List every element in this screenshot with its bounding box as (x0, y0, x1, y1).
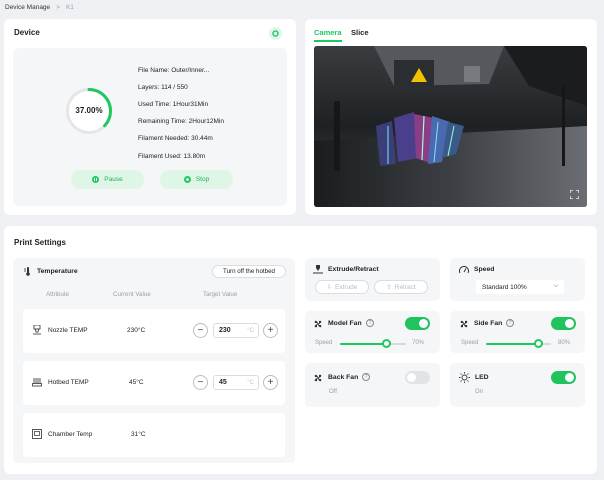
chamber-temp-label: Chamber Temp (48, 431, 93, 438)
nozzle-icon (32, 324, 42, 337)
side-fan-slider[interactable] (486, 339, 551, 348)
model-fan-speed-label: Speed (315, 340, 333, 346)
hotbed-current-value: 45°C (129, 379, 144, 386)
hotbed-decrease-button[interactable]: − (193, 375, 208, 390)
nozzle-target-input[interactable]: 230 °C (213, 323, 259, 338)
hotbed-increase-button[interactable]: + (263, 375, 278, 390)
side-fan-title: Side Fan (474, 320, 503, 327)
temperature-title: Temperature (37, 268, 78, 275)
breadcrumb-root[interactable]: Device Manage (5, 4, 50, 11)
extrude-title: Extrude/Retract (328, 266, 379, 273)
pause-label: Pause (104, 176, 123, 183)
col-target: Target Value (203, 291, 238, 298)
model-fan-slider[interactable] (340, 339, 406, 348)
col-current: Current Value (113, 291, 151, 298)
device-status-panel: 37.00% File Name: Outer/Inner... Layers:… (13, 48, 287, 206)
hotbed-temp-label: Hotbed TEMP (48, 379, 89, 386)
print-settings-title: Print Settings (14, 238, 67, 247)
model-fan-info-icon[interactable]: ? (366, 319, 374, 327)
breadcrumb: Device Manage > K1 (5, 4, 74, 11)
model-fan-value: 70% (412, 340, 425, 346)
extrude-icon (313, 265, 323, 276)
pause-icon (92, 176, 100, 183)
device-title: Device (14, 28, 40, 37)
nozzle-current-value: 230°C (127, 327, 146, 334)
model-fan-icon (313, 319, 323, 331)
led-panel: LED On (450, 363, 585, 407)
breadcrumb-separator: > (56, 4, 60, 11)
fullscreen-icon[interactable] (569, 189, 580, 200)
back-fan-panel: Back Fan ? Off (305, 363, 440, 407)
led-status: On (475, 389, 484, 395)
tab-camera[interactable]: Camera (314, 28, 342, 42)
side-fan-value: 80% (558, 340, 571, 346)
model-fan-toggle[interactable] (405, 317, 430, 330)
info-file-name: File Name: Outer/Inner... (138, 67, 210, 74)
extrude-btn-icon: ⇩ (326, 284, 333, 291)
temp-row-nozzle: Nozzle TEMP 230°C − 230 °C + (23, 309, 285, 353)
stop-icon (183, 176, 191, 183)
info-filament-needed: Filament Needed: 30.44m (138, 135, 213, 142)
model-fan-title: Model Fan (328, 320, 362, 327)
tab-slice[interactable]: Slice (351, 28, 369, 37)
progress-percent: 37.00% (75, 106, 103, 115)
back-fan-icon (313, 373, 323, 385)
led-toggle[interactable] (551, 371, 576, 384)
back-fan-status: Off (329, 389, 337, 395)
device-settings-icon[interactable] (269, 27, 282, 40)
model-fan-slider-handle[interactable] (381, 339, 391, 348)
device-card: Device 37.00% File Name: Outer/Inner... … (4, 19, 296, 215)
retract-btn-icon: ⇧ (386, 284, 392, 291)
back-fan-title: Back Fan (328, 374, 359, 381)
temp-row-chamber: Chamber Temp 31°C (23, 413, 285, 457)
temperature-panel: Temperature Turn off the hotbed Attribut… (13, 258, 295, 463)
info-used-time: Used Time: 1Hour31Min (138, 101, 209, 108)
extrude-button[interactable]: ⇩ Extrude (315, 280, 369, 294)
side-fan-slider-handle[interactable] (533, 339, 543, 348)
temp-row-hotbed: Hotbed TEMP 45°C − 45 °C + (23, 361, 285, 405)
progress-ring: 37.00% (64, 86, 114, 136)
info-filament-used: Filament Used: 13.80m (138, 153, 206, 160)
camera-feed (314, 46, 587, 207)
back-fan-info-icon[interactable]: ? (362, 373, 370, 381)
turn-off-hotbed-button[interactable]: Turn off the hotbed (212, 265, 286, 278)
stop-button[interactable]: Stop (160, 170, 233, 189)
extrude-panel: Extrude/Retract ⇩ Extrude ⇧ Retract (305, 258, 440, 301)
hotbed-icon (32, 377, 42, 389)
nozzle-increase-button[interactable]: + (263, 323, 278, 338)
camera-card: Camera Slice (305, 19, 597, 215)
model-fan-panel: Model Fan ? Speed 70% (305, 311, 440, 353)
chamber-icon (32, 429, 42, 441)
breadcrumb-current: K1 (65, 4, 74, 11)
back-fan-toggle[interactable] (405, 371, 430, 384)
info-layers: Layers: 114 / 550 (138, 84, 188, 91)
stop-label: Stop (195, 176, 210, 183)
hotbed-target-input[interactable]: 45 °C (213, 375, 259, 390)
col-attribute: Attribute (46, 291, 70, 298)
chamber-current-value: 31°C (131, 431, 146, 438)
retract-button[interactable]: ⇧ Retract (374, 280, 428, 294)
print-settings-card: Print Settings Temperature Turn off the … (4, 226, 597, 474)
side-fan-toggle[interactable] (551, 317, 576, 330)
side-fan-icon (459, 319, 469, 331)
speed-title: Speed (474, 266, 495, 273)
speed-select[interactable]: Standard 100% ⌵ (476, 280, 564, 294)
led-icon (459, 372, 470, 385)
side-fan-info-icon[interactable]: ? (506, 319, 514, 327)
nozzle-decrease-button[interactable]: − (193, 323, 208, 338)
speed-icon (459, 265, 469, 276)
led-title: LED (475, 374, 489, 381)
pause-button[interactable]: Pause (71, 170, 144, 189)
side-fan-speed-label: Speed (461, 340, 479, 346)
nozzle-temp-label: Nozzle TEMP (48, 327, 88, 334)
info-remaining-time: Remaining Time: 2Hour12Min (138, 118, 225, 125)
temperature-icon (24, 267, 32, 278)
side-fan-panel: Side Fan ? Speed 80% (450, 311, 585, 353)
speed-panel: Speed Standard 100% ⌵ (450, 258, 585, 301)
chevron-down-icon: ⌵ (553, 283, 558, 289)
